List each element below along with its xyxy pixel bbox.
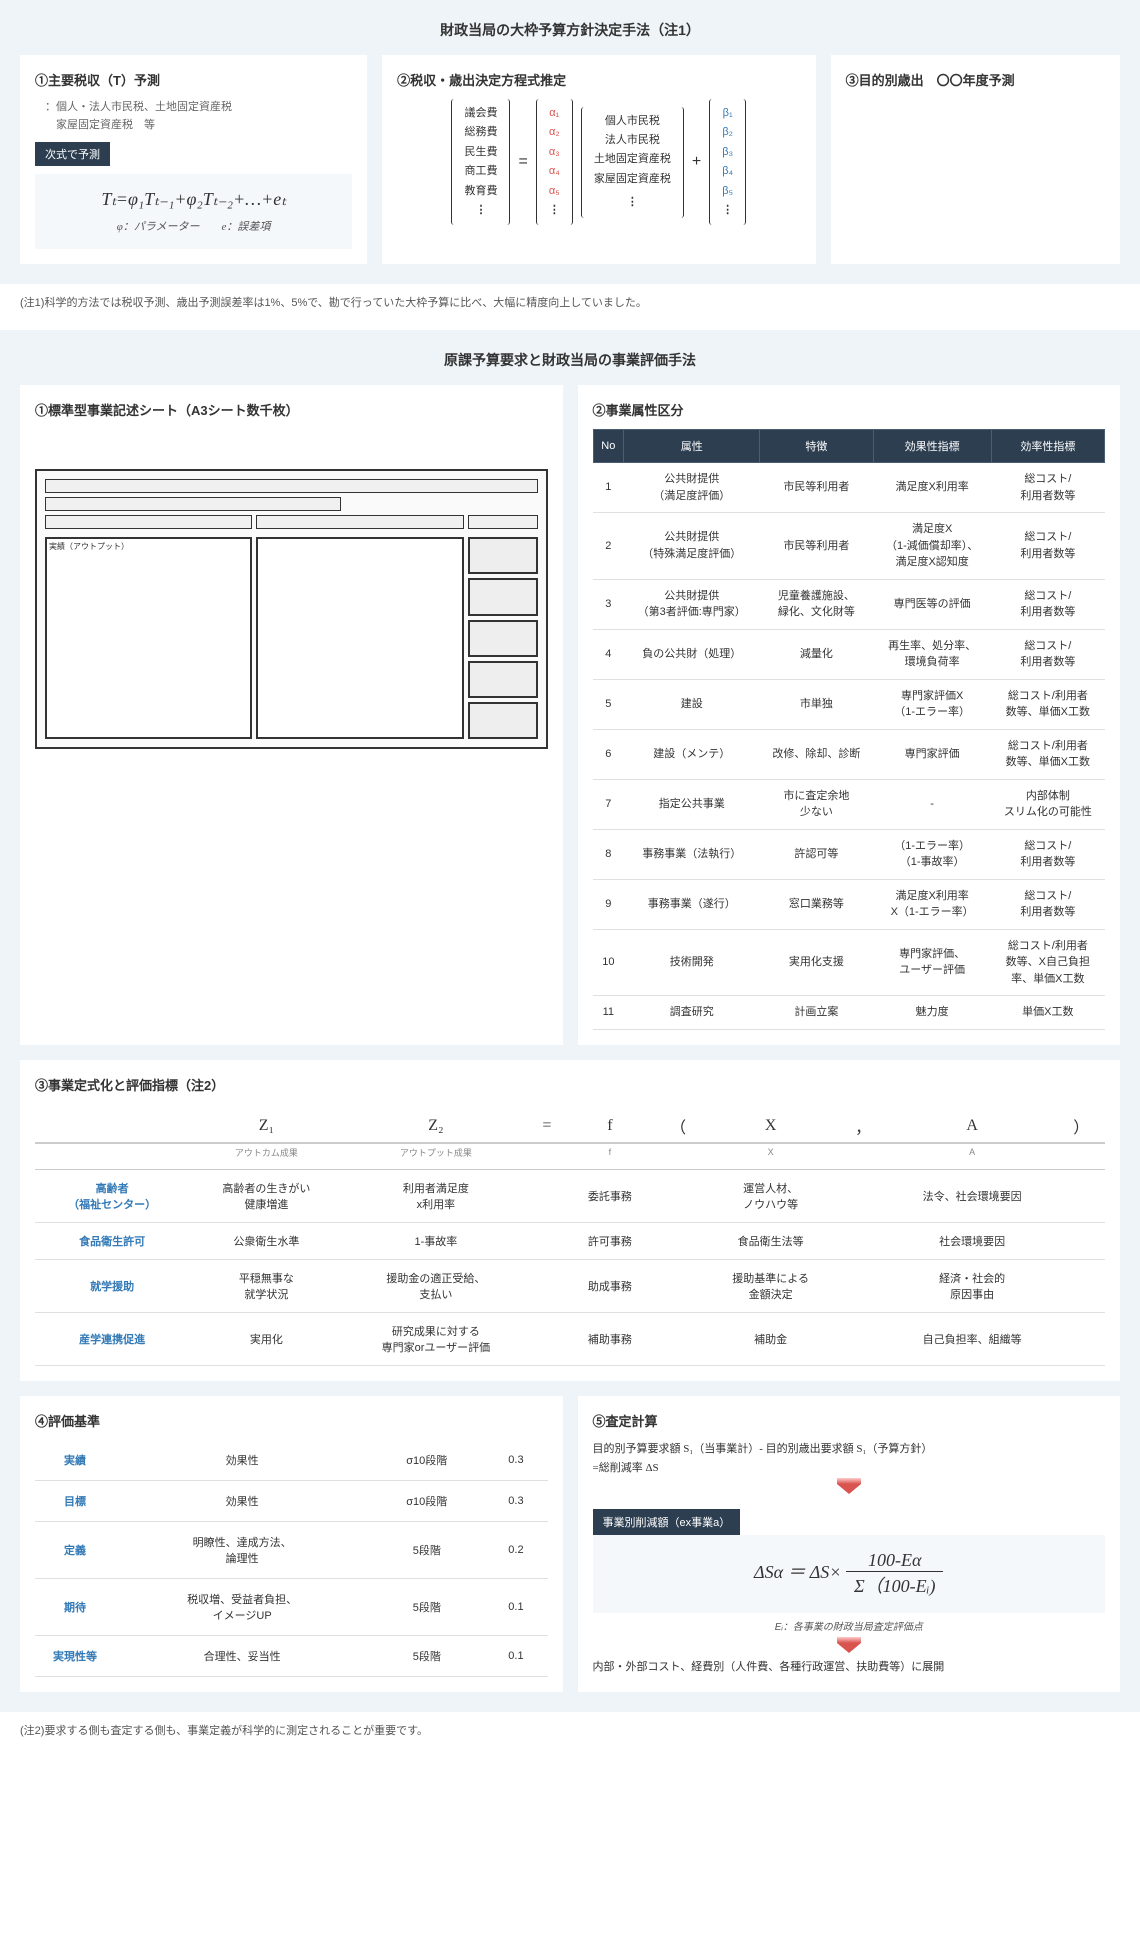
c2-title: ②税収・歳出決定方程式推定 xyxy=(397,70,801,89)
eq-sign: = xyxy=(518,153,527,171)
note1: (注1)科学的方法では税収予測、歳出予測誤差率は1%、5%で、勘で行っていた大枠… xyxy=(20,294,1120,310)
calc-badge: 事業別削減額（ex事業a） xyxy=(593,1509,741,1535)
c1-sub: ：個人・法人市民税、土地固定資産税 家屋固定資産税 等 xyxy=(45,99,352,134)
criteria-table: 実績効果性σ10段階0.3目標効果性σ10段階0.3定義明瞭性、達成方法、 論理… xyxy=(35,1440,548,1677)
c3-title: ③目的別歳出 〇〇年度予測 xyxy=(846,70,1105,89)
c1-eq: Tₜ=φ₁Tₜ₋₁+φ₂Tₜ₋₂+…+eₜ xyxy=(50,189,337,210)
calc-expand: 内部・外部コスト、経費別（人件費、各種行政運営、扶助費等）に展開 xyxy=(593,1658,1106,1674)
note2: (注2)要求する側も査定する側も、事業定義が科学的に測定されることが重要です。 xyxy=(20,1722,1120,1738)
c1-eqnote: φ：パラメーター e：誤差項 xyxy=(50,218,337,234)
s2c2-title: ②事業属性区分 xyxy=(593,400,1106,419)
section2-title: 原課予算要求と財政当局の事業評価手法 xyxy=(20,350,1120,370)
card-sheet: ①標準型事業記述シート（A3シート数千枚） 実績（アウトプット） xyxy=(20,385,563,1045)
plus-sign: + xyxy=(692,153,701,171)
card-purpose-expend: ③目的別歳出 〇〇年度予測 xyxy=(831,55,1120,264)
attributes-table: No属性特徴効果性指標効率性指標 1公共財提供 （満足度評価）市民等利用者満足度… xyxy=(593,429,1106,1030)
arrow-down-icon-2 xyxy=(837,1643,861,1653)
c1-badge: 次式で予測 xyxy=(35,142,110,166)
c1-formula: Tₜ=φ₁Tₜ₋₁+φ₂Tₜ₋₂+…+eₜ φ：パラメーター e：誤差項 xyxy=(35,174,352,249)
card-formalization: ③事業定式化と評価指標（注2） Z₁Z₂=f（X，A） アウトカム成果アウトプッ… xyxy=(20,1060,1120,1381)
card-attributes: ②事業属性区分 No属性特徴効果性指標効率性指標 1公共財提供 （満足度評価）市… xyxy=(578,385,1121,1045)
card-calc: ⑤査定計算 目的別予算要求額 S₁（当事業計）- 目的別歳出要求額 S₁（予算方… xyxy=(578,1396,1121,1692)
formula-den: Σ（100-Eᵢ) xyxy=(846,1572,944,1598)
a3-sheet-image: 実績（アウトプット） xyxy=(35,469,548,749)
formula-num: 100-Eα xyxy=(846,1550,944,1572)
matrix-equation: 議会費総務費民生費商工費教育費⋮ = α₁α₂α₃α₄α₅⋮ 個人市民税法人市民… xyxy=(397,99,801,225)
formula-left: ΔSα ＝ ΔS× xyxy=(754,1562,841,1582)
formalization-table: Z₁Z₂=f（X，A） アウトカム成果アウトプット成果fXA 高齢者 （福祉セン… xyxy=(35,1104,1105,1366)
sheet-output-box: 実績（アウトプット） xyxy=(45,537,252,739)
card-tax-forecast: ①主要税収（T）予測 ：個人・法人市民税、土地固定資産税 家屋固定資産税 等 次… xyxy=(20,55,367,264)
arrow-down-icon xyxy=(837,1484,861,1494)
c1-title: ①主要税収（T）予測 xyxy=(35,70,352,89)
section-evaluation: 原課予算要求と財政当局の事業評価手法 ①標準型事業記述シート（A3シート数千枚）… xyxy=(0,330,1140,1712)
calc-enote: Eᵢ：各事業の財政当局査定評価点 xyxy=(593,1618,1106,1633)
s2c1-title: ①標準型事業記述シート（A3シート数千枚） xyxy=(35,400,548,419)
calc-line2: =総削減率 ΔS xyxy=(593,1459,1106,1479)
card-criteria: ④評価基準 実績効果性σ10段階0.3目標効果性σ10段階0.3定義明瞭性、達成… xyxy=(20,1396,563,1692)
section-budget-method: 財政当局の大枠予算方針決定手法（注1） ①主要税収（T）予測 ：個人・法人市民税… xyxy=(0,0,1140,284)
section1-title: 財政当局の大枠予算方針決定手法（注1） xyxy=(20,20,1120,40)
s2c3-title: ③事業定式化と評価指標（注2） xyxy=(35,1075,1105,1094)
card-equation: ②税収・歳出決定方程式推定 議会費総務費民生費商工費教育費⋮ = α₁α₂α₃α… xyxy=(382,55,816,264)
calc-line1: 目的別予算要求額 S₁（当事業計）- 目的別歳出要求額 S₁（予算方針） xyxy=(593,1440,1106,1460)
s2c5-title: ⑤査定計算 xyxy=(593,1411,1106,1430)
calc-formula: ΔSα ＝ ΔS× 100-Eα Σ（100-Eᵢ) xyxy=(593,1535,1106,1613)
s2c4-title: ④評価基準 xyxy=(35,1411,548,1430)
